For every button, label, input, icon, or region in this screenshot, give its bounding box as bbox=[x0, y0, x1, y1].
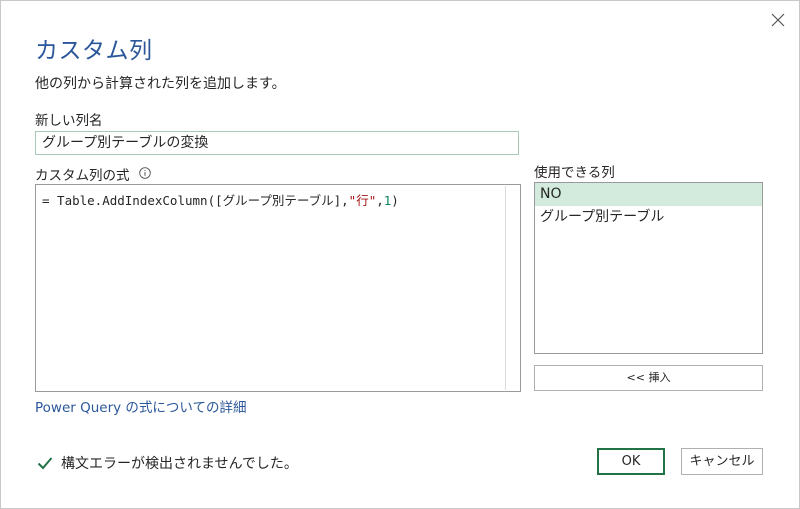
custom-column-dialog: カスタム列 他の列から計算された列を追加します。 新しい列名 カスタム列の式 =… bbox=[0, 0, 800, 509]
dialog-title: カスタム列 bbox=[35, 38, 153, 64]
available-columns-label: 使用できる列 bbox=[534, 165, 615, 181]
formula-text: = Table.AddIndexColumn([グループ別テーブル],"行",1… bbox=[42, 190, 399, 209]
close-icon bbox=[771, 13, 785, 27]
new-column-name-label: 新しい列名 bbox=[35, 113, 103, 129]
insert-button[interactable]: << 挿入 bbox=[534, 365, 763, 391]
formula-string-arg: "行" bbox=[348, 193, 377, 208]
dialog-subtitle: 他の列から計算された列を追加します。 bbox=[35, 76, 286, 92]
formula-prefix: = Table.AddIndexColumn([グループ別テーブル], bbox=[42, 193, 349, 208]
checkmark-icon bbox=[37, 457, 53, 470]
new-column-name-input[interactable] bbox=[35, 131, 519, 155]
formula-suffix: ) bbox=[391, 193, 399, 208]
power-query-help-link[interactable]: Power Query の式についての詳細 bbox=[35, 396, 247, 416]
syntax-status-text: 構文エラーが検出されませんでした。 bbox=[61, 456, 298, 472]
cancel-button[interactable]: キャンセル bbox=[681, 448, 763, 475]
formula-scrollbar-divider bbox=[505, 186, 506, 390]
info-icon[interactable] bbox=[139, 167, 151, 179]
column-item-group-table[interactable]: グループ別テーブル bbox=[535, 206, 762, 229]
formula-editor[interactable]: = Table.AddIndexColumn([グループ別テーブル],"行",1… bbox=[35, 184, 521, 392]
syntax-status: 構文エラーが検出されませんでした。 bbox=[37, 453, 298, 473]
close-button[interactable] bbox=[765, 7, 791, 33]
column-item-no[interactable]: NO bbox=[535, 183, 762, 206]
available-columns-list[interactable]: NO グループ別テーブル bbox=[534, 182, 763, 354]
ok-button[interactable]: OK bbox=[597, 448, 665, 475]
formula-comma: , bbox=[376, 193, 384, 208]
formula-label: カスタム列の式 bbox=[35, 168, 130, 184]
